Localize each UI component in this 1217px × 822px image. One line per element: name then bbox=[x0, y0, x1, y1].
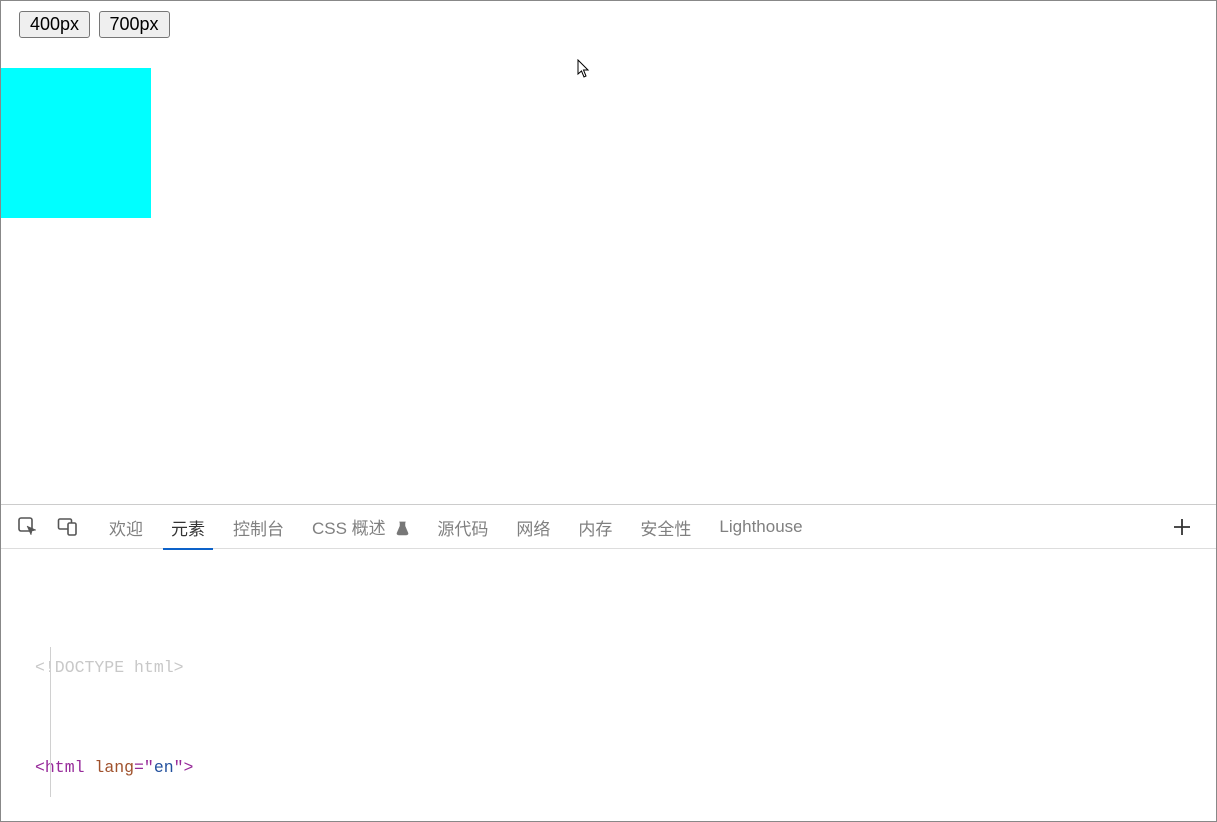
tab-elements[interactable]: 元素 bbox=[157, 505, 219, 549]
button-700px[interactable]: 700px bbox=[99, 11, 170, 38]
cursor-icon bbox=[577, 59, 593, 79]
tab-sources[interactable]: 源代码 bbox=[423, 505, 502, 549]
tab-security[interactable]: 安全性 bbox=[626, 505, 705, 549]
code-text: =" bbox=[134, 758, 154, 777]
inspect-element-icon[interactable] bbox=[15, 514, 41, 540]
code-text: <!DOCTYPE html> bbox=[35, 658, 184, 677]
elements-tree[interactable]: <!DOCTYPE html> <html lang="en"> ▶ <head… bbox=[1, 549, 1216, 821]
add-tab-button[interactable] bbox=[1168, 513, 1196, 541]
tab-network[interactable]: 网络 bbox=[502, 505, 564, 549]
button-400px[interactable]: 400px bbox=[19, 11, 90, 38]
toggle-device-icon[interactable] bbox=[55, 514, 81, 540]
tab-css-overview-label: CSS 概述 bbox=[312, 519, 386, 538]
devtools-tabs: 欢迎 元素 控制台 CSS 概述 源代码 网络 内存 安全性 Lighthous… bbox=[1, 505, 1216, 549]
code-line-html-open[interactable]: <html lang="en"> bbox=[1, 755, 1216, 780]
tab-memory[interactable]: 内存 bbox=[564, 505, 626, 549]
tab-css-overview[interactable]: CSS 概述 bbox=[298, 504, 423, 550]
devtools-panel: 欢迎 元素 控制台 CSS 概述 源代码 网络 内存 安全性 Lighthous… bbox=[1, 504, 1216, 821]
code-text: lang bbox=[94, 758, 134, 777]
code-line-doctype[interactable]: <!DOCTYPE html> bbox=[1, 655, 1216, 680]
page-area: 400px 700px bbox=[1, 1, 1216, 503]
tab-console[interactable]: 控制台 bbox=[219, 505, 298, 549]
code-text: <html bbox=[35, 758, 94, 777]
page-buttons: 400px 700px bbox=[1, 1, 1216, 38]
box1 bbox=[1, 68, 151, 218]
code-text: "> bbox=[174, 758, 194, 777]
beaker-icon bbox=[396, 521, 409, 541]
tab-lighthouse[interactable]: Lighthouse bbox=[705, 507, 816, 546]
code-text: en bbox=[154, 758, 174, 777]
tab-welcome[interactable]: 欢迎 bbox=[95, 505, 157, 549]
